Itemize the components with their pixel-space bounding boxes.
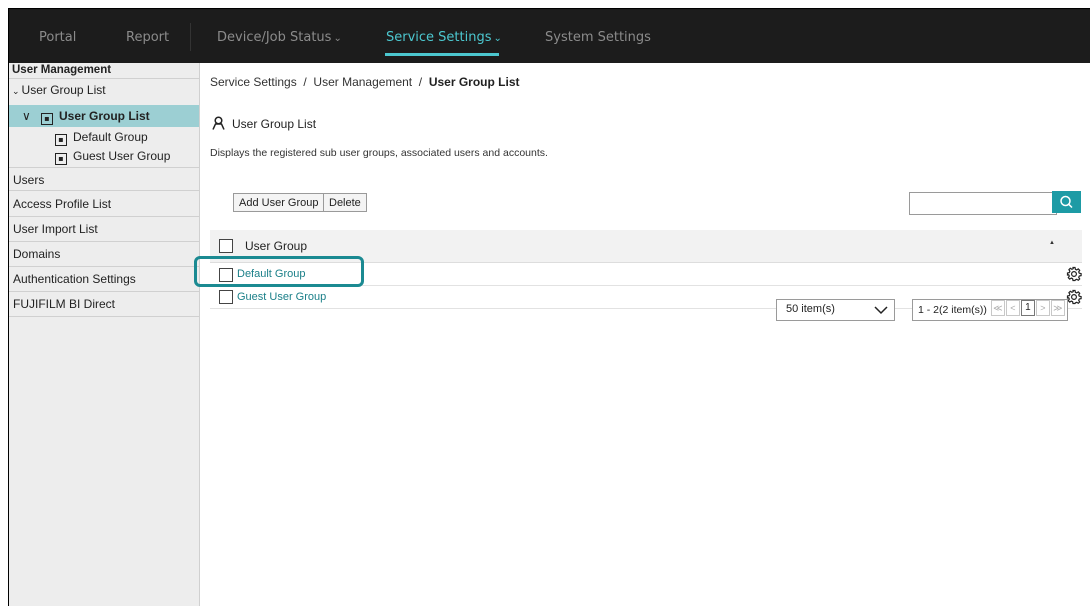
breadcrumb-separator: / <box>418 75 423 89</box>
active-tab-indicator <box>385 53 499 56</box>
column-user-group[interactable]: User Group <box>245 239 307 253</box>
sidebar-selected-wrap: ▪ User Group List <box>41 105 150 127</box>
add-user-group-button[interactable]: Add User Group <box>233 193 325 212</box>
sidebar-item-label: User Group List <box>59 109 150 123</box>
user-icon <box>212 116 225 130</box>
nav-device-job-status[interactable]: Device/Job Status ⌄ <box>217 30 342 45</box>
sidebar-item-access-profile-list[interactable]: Access Profile List <box>9 192 199 217</box>
pagination: 1 - 2(2 item(s)) ≪ <1 > ≫ <box>912 299 1068 321</box>
sidebar-tree-root-label: User Group List <box>21 83 106 97</box>
nav-report[interactable]: Report <box>126 30 169 45</box>
chevron-down-icon: ⌄ <box>493 33 502 44</box>
search-icon <box>1060 195 1073 209</box>
sort-indicator-icon[interactable]: ▲ <box>1049 240 1055 246</box>
breadcrumb-separator: / <box>303 75 307 89</box>
page-number-button[interactable]: 1 <box>1020 300 1035 316</box>
per-page-value: 50 item(s) <box>786 303 835 315</box>
sidebar-item-label: Default Group <box>73 130 148 144</box>
sidebar-section-title: User Management <box>9 63 199 79</box>
first-page-button[interactable]: ≪ <box>990 300 1005 316</box>
breadcrumb-current: User Group List <box>428 75 520 89</box>
sidebar-item-guest-user-group[interactable]: ▪ Guest User Group <box>9 147 199 165</box>
search-input[interactable] <box>909 192 1057 215</box>
chevron-down-icon: ⌄ <box>12 86 20 96</box>
highlight-box <box>194 256 364 287</box>
sidebar-item-user-import-list[interactable]: User Import List <box>9 217 199 242</box>
nav-service-settings-label: Service Settings <box>386 30 492 45</box>
chevron-down-icon: ∨ <box>22 109 31 123</box>
sidebar-item-default-group[interactable]: ▪ Default Group <box>9 128 199 146</box>
main-content: Service Settings / User Management / Use… <box>194 63 1090 606</box>
select-all-checkbox[interactable] <box>219 239 233 253</box>
group-icon: ▪ <box>41 113 53 125</box>
sidebar-item-domains[interactable]: Domains <box>9 242 199 267</box>
breadcrumb-service-settings[interactable]: Service Settings <box>210 75 297 89</box>
pagination-range: 1 - 2(2 item(s)) <box>918 304 987 316</box>
sidebar-item-fujifilm-bi-direct[interactable]: FUJIFILM BI Direct <box>9 292 199 317</box>
sidebar-tree-root[interactable]: ⌄ User Group List <box>9 81 199 99</box>
nav-system-settings[interactable]: System Settings <box>545 30 651 45</box>
page-title: User Group List <box>212 116 316 131</box>
chevron-down-icon <box>874 306 888 315</box>
chevron-down-icon: ⌄ <box>333 33 342 44</box>
top-nav: Portal Report Device/Job Status ⌄ Service… <box>9 9 1090 63</box>
nav-service-settings[interactable]: Service Settings ⌄ <box>386 30 502 45</box>
prev-page-button[interactable]: < <box>1005 300 1020 316</box>
sidebar-item-user-group-list[interactable]: ∨ ▪ User Group List <box>9 105 199 127</box>
page-description: Displays the registered sub user groups,… <box>210 147 548 159</box>
breadcrumb: Service Settings / User Management / Use… <box>210 75 520 89</box>
row-link-guest-user-group[interactable]: Guest User Group <box>237 291 326 303</box>
nav-divider <box>190 23 191 51</box>
group-icon: ▪ <box>55 153 67 165</box>
breadcrumb-user-management[interactable]: User Management <box>313 75 412 89</box>
app-window: Portal Report Device/Job Status ⌄ Service… <box>8 8 1090 606</box>
sidebar-item-label: Guest User Group <box>73 149 171 163</box>
sidebar-item-users[interactable]: Users <box>9 167 199 191</box>
delete-button[interactable]: Delete <box>323 193 367 212</box>
last-page-button[interactable]: ≫ <box>1050 300 1065 316</box>
group-icon: ▪ <box>55 134 67 146</box>
per-page-select[interactable]: 50 item(s) <box>776 299 895 321</box>
sidebar: User Management ⌄ User Group List ∨ ▪ User… <box>9 63 200 606</box>
page-title-text: User Group List <box>232 117 317 131</box>
search-button[interactable] <box>1052 191 1081 213</box>
nav-device-job-status-label: Device/Job Status <box>217 30 332 45</box>
next-page-button[interactable]: > <box>1035 300 1050 316</box>
gear-icon[interactable] <box>1066 289 1082 305</box>
gear-icon[interactable] <box>1066 266 1082 282</box>
row-checkbox[interactable] <box>219 290 233 304</box>
sidebar-item-authentication-settings[interactable]: Authentication Settings <box>9 267 199 292</box>
nav-portal[interactable]: Portal <box>39 30 76 45</box>
